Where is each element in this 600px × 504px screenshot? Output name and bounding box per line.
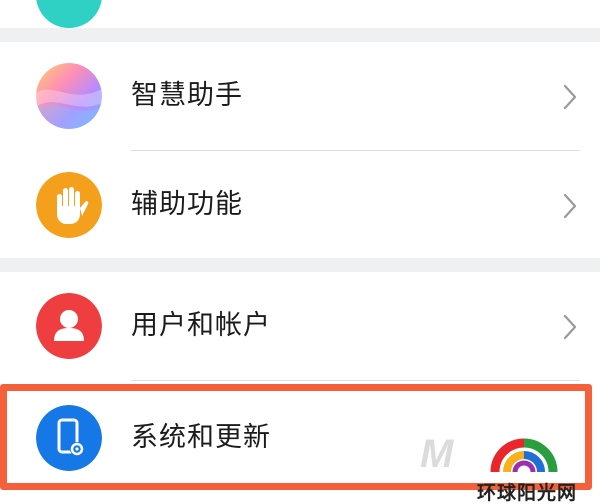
settings-item-accessibility[interactable]: 辅助功能 bbox=[0, 151, 600, 259]
user-icon bbox=[36, 293, 102, 359]
teal-app-icon bbox=[36, 0, 102, 28]
watermark-letter: M bbox=[420, 432, 454, 476]
chevron-right-icon bbox=[563, 314, 577, 340]
rainbow-logo-icon bbox=[490, 438, 558, 473]
settings-item-label: 系统和更新 bbox=[131, 422, 271, 453]
settings-group-top-partial bbox=[0, 0, 600, 28]
chevron-right-icon bbox=[563, 193, 577, 219]
settings-item-users-accounts[interactable]: 用户和帐户 bbox=[0, 272, 600, 380]
divider bbox=[131, 380, 580, 381]
settings-item-label: 用户和帐户 bbox=[131, 310, 271, 341]
phone-gear-icon bbox=[36, 405, 102, 471]
smart-assistant-gradient-icon bbox=[36, 63, 102, 129]
settings-screen: 智慧助手 辅助功能 用户和帐户 系统和更新 M 环球阳光网 bbox=[0, 0, 600, 504]
settings-item-label: 智慧助手 bbox=[131, 80, 243, 111]
chevron-right-icon bbox=[563, 84, 577, 110]
settings-item-smart-assistant[interactable]: 智慧助手 bbox=[0, 42, 600, 150]
hand-icon bbox=[36, 172, 102, 238]
settings-item-label: 辅助功能 bbox=[131, 189, 243, 220]
watermark-text: 环球阳光网 bbox=[477, 482, 578, 504]
settings-group-1: 智慧助手 辅助功能 bbox=[0, 42, 600, 258]
